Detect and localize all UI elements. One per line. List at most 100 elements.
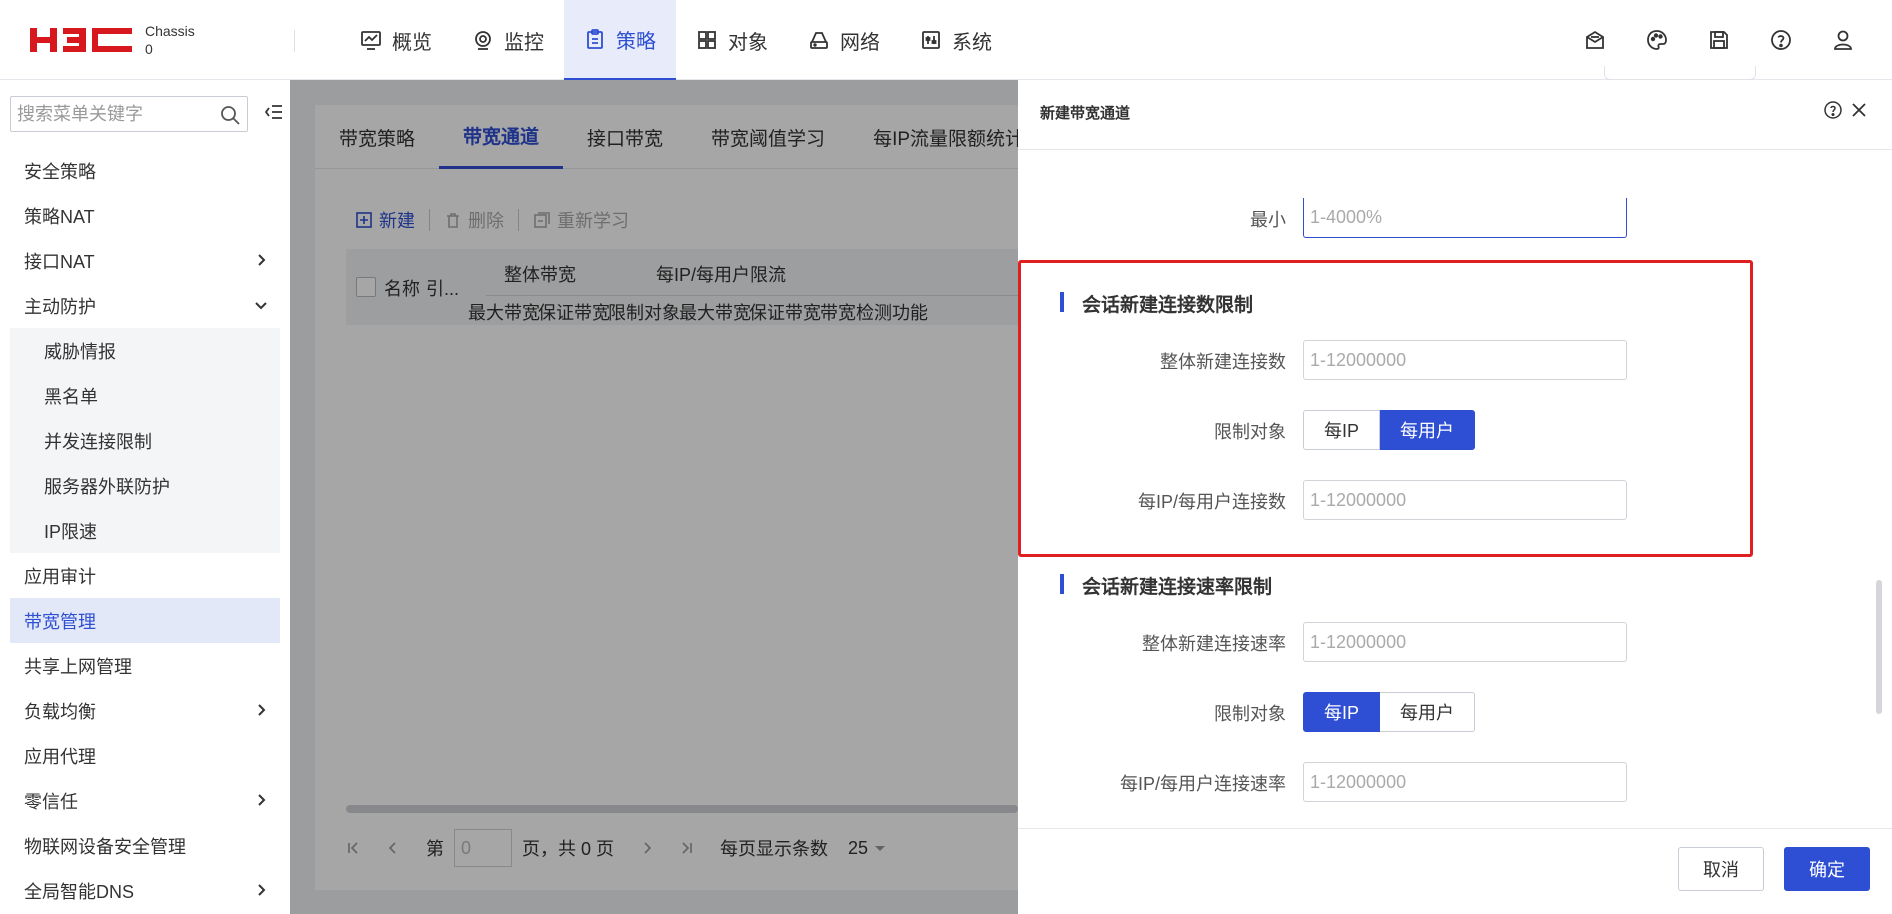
nav-system-label: 系统 xyxy=(952,31,992,54)
sidebar-item-label: 应用审计 xyxy=(24,566,96,587)
chevron-right-icon xyxy=(258,254,266,266)
logo-divider xyxy=(294,30,295,52)
close-icon[interactable] xyxy=(1850,101,1868,119)
sidebar-collapse-button[interactable] xyxy=(264,102,284,122)
sidebar-item-server-outbound[interactable]: 服务器外联防护 xyxy=(10,463,280,508)
rate-total-input[interactable] xyxy=(1303,622,1627,662)
rate-limit-object-label: 限制对象 xyxy=(1214,704,1286,724)
rate-per-label: 每IP/每用户连接速率 xyxy=(1119,774,1286,794)
sidebar-item-label: 服务器外联防护 xyxy=(44,476,170,497)
drawer-scrollbar[interactable] xyxy=(1876,580,1882,714)
h3c-logo xyxy=(28,24,138,56)
nav-monitor[interactable]: 监控 xyxy=(452,0,564,80)
nav-overview-label: 概览 xyxy=(392,31,432,54)
system-icon xyxy=(922,31,940,49)
sidebar-item-policy-nat[interactable]: 策略NAT xyxy=(10,193,280,238)
nav-policy-label: 策略 xyxy=(616,30,656,53)
sidebar-item-ip-rate-limit[interactable]: IP限速 xyxy=(10,508,280,553)
min-input[interactable] xyxy=(1303,198,1627,238)
chevron-right-icon xyxy=(258,704,266,716)
rate-total-row: 整体新建连接速率 xyxy=(1018,622,1892,662)
min-row: 最小 xyxy=(1018,198,1892,238)
rate-limit-section-title: 会话新建连接速率限制 xyxy=(1060,572,1272,599)
search-icon[interactable] xyxy=(219,104,241,126)
sidebar-menu: 安全策略 策略NAT 接口NAT 主动防护 威胁情报 黑名单 并发连接限制 服务… xyxy=(10,148,280,913)
nav-object-label: 对象 xyxy=(728,31,768,54)
dashboard-icon xyxy=(361,31,381,50)
sidebar-item-label: 共享上网管理 xyxy=(24,656,132,677)
sidebar-item-label: 接口NAT xyxy=(24,251,95,272)
nav-network-label: 网络 xyxy=(840,31,880,54)
rate-limit-object-toggle: 每IP 每用户 xyxy=(1303,692,1476,732)
rate-per-input[interactable] xyxy=(1303,762,1627,802)
user-icon xyxy=(1834,30,1852,50)
drawer-header: 新建带宽通道 xyxy=(1018,80,1892,150)
nav-policy[interactable]: 策略 xyxy=(564,0,676,80)
help-button[interactable] xyxy=(1750,0,1812,80)
menu-collapse-icon xyxy=(264,105,282,119)
nav-object[interactable]: 对象 xyxy=(676,0,788,80)
message-icon xyxy=(1586,30,1604,49)
cancel-button[interactable]: 取消 xyxy=(1678,847,1764,891)
sidebar-item-label: 全局智能DNS xyxy=(24,881,135,902)
chevron-down-icon xyxy=(255,302,267,310)
sidebar-item-label: 黑名单 xyxy=(44,386,98,407)
chassis-value: 0 xyxy=(145,41,153,57)
help-icon xyxy=(1771,30,1791,50)
sidebar-item-blacklist[interactable]: 黑名单 xyxy=(10,373,280,418)
sidebar-item-threat-intel[interactable]: 威胁情报 xyxy=(10,328,280,373)
sidebar-item-label: 策略NAT xyxy=(24,206,95,227)
sidebar-item-interface-nat[interactable]: 接口NAT xyxy=(10,238,280,283)
sidebar-item-app-proxy[interactable]: 应用代理 xyxy=(10,733,280,778)
rate-per-ip-option[interactable]: 每IP xyxy=(1303,692,1381,732)
chevron-right-icon xyxy=(258,794,266,806)
tooltip-peek xyxy=(1604,66,1756,80)
object-grid-icon xyxy=(698,31,716,49)
sidebar-item-app-audit[interactable]: 应用审计 xyxy=(10,553,280,598)
sidebar-item-label: 带宽管理 xyxy=(24,611,96,632)
nav-overview[interactable]: 概览 xyxy=(340,0,452,80)
rate-per-user-option[interactable]: 每用户 xyxy=(1380,692,1476,732)
sidebar-item-label: 零信任 xyxy=(24,791,78,812)
help-icon[interactable] xyxy=(1823,100,1843,120)
sidebar: 安全策略 策略NAT 接口NAT 主动防护 威胁情报 黑名单 并发连接限制 服务… xyxy=(0,80,290,914)
menu-search xyxy=(10,96,248,132)
sidebar-item-global-dns[interactable]: 全局智能DNS xyxy=(10,868,280,913)
nav-system[interactable]: 系统 xyxy=(900,0,1012,80)
sidebar-item-label: 威胁情报 xyxy=(44,341,116,362)
sidebar-item-bandwidth[interactable]: 带宽管理 xyxy=(10,598,280,643)
sidebar-item-zero-trust[interactable]: 零信任 xyxy=(10,778,280,823)
highlight-box xyxy=(1018,260,1753,557)
menu-search-input[interactable] xyxy=(11,97,211,131)
chassis-label: Chassis xyxy=(145,23,195,39)
policy-icon xyxy=(587,29,603,49)
sidebar-item-concurrent-limit[interactable]: 并发连接限制 xyxy=(10,418,280,463)
user-button[interactable] xyxy=(1812,0,1874,80)
sidebar-item-label: 负载均衡 xyxy=(24,701,96,722)
sidebar-item-label: IP限速 xyxy=(44,521,98,542)
sidebar-item-label: 物联网设备安全管理 xyxy=(24,836,186,857)
chassis-info: Chassis 0 xyxy=(145,22,195,58)
sidebar-item-label: 安全策略 xyxy=(24,161,96,182)
monitor-icon xyxy=(475,31,491,50)
modal-overlay[interactable] xyxy=(290,80,1018,914)
nav-network[interactable]: 网络 xyxy=(788,0,900,80)
sidebar-item-active-defense[interactable]: 主动防护 xyxy=(10,283,280,328)
nav-monitor-label: 监控 xyxy=(504,31,544,54)
drawer-footer: 取消 确定 xyxy=(1018,828,1892,914)
palette-icon xyxy=(1647,30,1667,50)
confirm-button[interactable]: 确定 xyxy=(1784,847,1870,891)
sidebar-item-label: 应用代理 xyxy=(24,746,96,767)
sidebar-item-shared-access[interactable]: 共享上网管理 xyxy=(10,643,280,688)
main-nav: 概览 监控 策略 对象 网络 系统 xyxy=(340,0,1012,80)
rate-total-label: 整体新建连接速率 xyxy=(1142,634,1286,654)
sidebar-item-iot-security[interactable]: 物联网设备安全管理 xyxy=(10,823,280,868)
drawer-title: 新建带宽通道 xyxy=(1040,105,1131,122)
chevron-right-icon xyxy=(258,884,266,896)
network-icon xyxy=(810,32,828,49)
min-label: 最小 xyxy=(1250,210,1286,230)
sidebar-item-label: 主动防护 xyxy=(24,296,96,317)
sidebar-item-security-policy[interactable]: 安全策略 xyxy=(10,148,280,193)
sidebar-item-load-balance[interactable]: 负载均衡 xyxy=(10,688,280,733)
rate-limit-object-row: 限制对象 每IP 每用户 xyxy=(1018,692,1892,732)
